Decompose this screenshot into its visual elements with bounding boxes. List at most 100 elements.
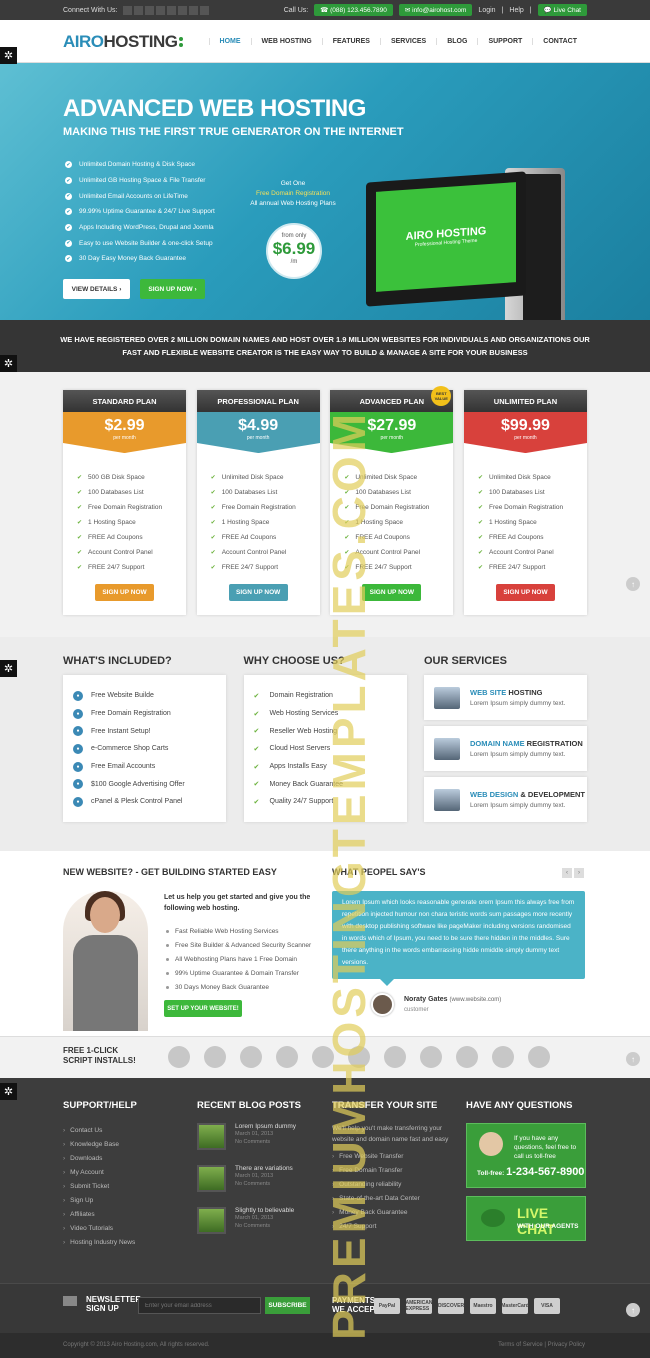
magento-icon[interactable] bbox=[456, 1046, 478, 1068]
transfer-link[interactable]: Money Back Guarantee bbox=[332, 1205, 452, 1219]
support-link[interactable]: Video Tutorials bbox=[63, 1222, 183, 1236]
phpbb-icon[interactable] bbox=[312, 1046, 334, 1068]
support-link[interactable]: Affiliates bbox=[63, 1208, 183, 1222]
service-card[interactable]: WEB SITE HOSTING Lorem Ipsum simply dummy… bbox=[424, 675, 587, 720]
concrete5-icon[interactable] bbox=[420, 1046, 442, 1068]
blog-post-title[interactable]: Slightly to believable bbox=[235, 1207, 294, 1214]
contact-box[interactable]: If you have any questions, feel free to … bbox=[466, 1123, 586, 1188]
nav-web-hosting[interactable]: WEB HOSTING bbox=[250, 38, 322, 45]
nav-blog[interactable]: BLOG bbox=[436, 38, 477, 45]
moodle-icon[interactable] bbox=[384, 1046, 406, 1068]
sign-up-now-button[interactable]: SIGN UP NOW › bbox=[140, 279, 205, 299]
plan-signup-button[interactable]: SIGN UP NOW bbox=[228, 584, 288, 601]
plan-feature-text: 100 Databases List bbox=[221, 489, 278, 496]
support-link[interactable]: Downloads bbox=[63, 1151, 183, 1165]
newsletter-line1: NEWSLETTER bbox=[86, 1295, 142, 1304]
service-card[interactable]: DOMAIN NAME REGISTRATION Lorem Ipsum simp… bbox=[424, 726, 587, 771]
pricing-plans: STANDARD PLAN $2.99 per month ✔ 500 GB Disk … bbox=[63, 386, 587, 615]
tollfree-line: Toll-free: 1-234-567-8900 bbox=[477, 1166, 584, 1178]
plan-signup-button[interactable]: SIGN UP NOW bbox=[495, 584, 555, 601]
next-arrow-icon[interactable]: › bbox=[574, 868, 584, 878]
promo-line3: All annual Web Hosting Plans bbox=[250, 200, 336, 207]
joomla-alt-icon[interactable] bbox=[528, 1046, 550, 1068]
newsletter-email-input[interactable] bbox=[138, 1297, 261, 1314]
email-badge[interactable]: ✉ info@airohost.com bbox=[398, 4, 473, 16]
flickr-icon[interactable] bbox=[178, 5, 188, 15]
plan-signup-button[interactable]: SIGN UP NOW bbox=[95, 584, 154, 601]
transfer-link[interactable]: State-of-the-art Data Center bbox=[332, 1191, 452, 1205]
setup-website-button[interactable]: SET UP YOUR WEBSITE! bbox=[164, 1000, 242, 1017]
settings-gear-icon[interactable]: ✲ bbox=[0, 660, 17, 677]
logo[interactable]: AIROHOSTING bbox=[63, 32, 184, 52]
support-link[interactable]: Submit Ticket bbox=[63, 1179, 183, 1193]
plan-feature: ✔ 1 Hosting Space bbox=[478, 515, 587, 530]
cloud-icon[interactable] bbox=[276, 1046, 298, 1068]
included-item: ● Free Domain Registration bbox=[73, 705, 216, 723]
payment-card-icon: AMERICAN EXPRESS bbox=[405, 1298, 433, 1314]
nav-contact[interactable]: CONTACT bbox=[532, 38, 587, 45]
blog-post-title[interactable]: There are variations bbox=[235, 1165, 293, 1172]
support-link[interactable]: Sign Up bbox=[63, 1193, 183, 1207]
transfer-link[interactable]: 24/7 Support bbox=[332, 1219, 452, 1233]
joomla-icon[interactable] bbox=[204, 1046, 226, 1068]
rss-icon[interactable] bbox=[167, 5, 177, 15]
oscommerce-icon[interactable] bbox=[492, 1046, 514, 1068]
blog-title: RECENT BLOG POSTS bbox=[197, 1100, 301, 1111]
live-chat-box[interactable]: LIVE CHAT WITH OUR AGENTS bbox=[466, 1196, 586, 1241]
why-text: Cloud Host Servers bbox=[269, 745, 331, 753]
started-item: Fast Reliable Web Hosting Services bbox=[166, 924, 311, 938]
linkedin-icon[interactable] bbox=[156, 5, 166, 15]
nav-services[interactable]: SERVICES bbox=[379, 38, 436, 45]
subscribe-button[interactable]: SUBSCRIBE bbox=[265, 1297, 310, 1314]
pinterest-icon[interactable] bbox=[200, 5, 210, 15]
support-link[interactable]: My Account bbox=[63, 1165, 183, 1179]
support-link[interactable]: Contact Us bbox=[63, 1123, 183, 1137]
live-chat-button[interactable]: 💬 Live Chat bbox=[537, 4, 587, 16]
back-to-top-icon[interactable]: ↑ bbox=[626, 1052, 640, 1066]
facebook-icon[interactable] bbox=[123, 5, 133, 15]
plan-signup-button[interactable]: SIGN UP NOW bbox=[362, 584, 422, 601]
phone-badge[interactable]: ☎ (088) 123.456.7890 bbox=[314, 4, 393, 16]
prev-arrow-icon[interactable]: ‹ bbox=[562, 868, 572, 878]
included-item: ● Free Website Builde bbox=[73, 687, 216, 705]
blog-post[interactable]: Lorem Ipsum dummy March 01, 2013 No Commen… bbox=[197, 1123, 317, 1165]
plan-feature-text: Free Domain Registration bbox=[88, 504, 163, 511]
transfer-link[interactable]: Free Domain Transfer bbox=[332, 1163, 452, 1177]
login-link[interactable]: Login bbox=[478, 7, 495, 14]
plan-feature-text: Account Control Panel bbox=[355, 549, 421, 556]
pricing-card: ADVANCED PLAN $27.99 per month BEST VALUE ✔ U… bbox=[330, 386, 454, 615]
support-link[interactable]: Hosting Industry News bbox=[63, 1236, 183, 1250]
check-icon: ✔ bbox=[77, 520, 83, 526]
youtube-icon[interactable] bbox=[189, 5, 199, 15]
blog-post-title[interactable]: Lorem Ipsum dummy bbox=[235, 1123, 296, 1130]
settings-gear-icon[interactable]: ✲ bbox=[0, 1083, 17, 1100]
nav-support[interactable]: SUPPORT bbox=[477, 38, 532, 45]
wordpress-icon[interactable] bbox=[168, 1046, 190, 1068]
blog-post[interactable]: Slightly to believable March 01, 2013 No C… bbox=[197, 1207, 317, 1249]
view-details-button[interactable]: VIEW DETAILS › bbox=[63, 279, 130, 299]
nav-home[interactable]: HOME bbox=[208, 38, 251, 45]
help-link[interactable]: Help bbox=[509, 7, 523, 14]
twitter-icon[interactable] bbox=[134, 5, 144, 15]
legal-links[interactable]: Terms of Service | Privacy Policy bbox=[498, 1342, 585, 1348]
transfer-link[interactable]: Outstanding reliability bbox=[332, 1177, 452, 1191]
settings-gear-icon[interactable]: ✲ bbox=[0, 355, 17, 372]
payment-card-icon: PayPal bbox=[374, 1298, 400, 1314]
settings-gear-icon[interactable]: ✲ bbox=[0, 47, 17, 64]
blog-post[interactable]: There are variations March 01, 2013 No Com… bbox=[197, 1165, 317, 1207]
opencart-icon[interactable] bbox=[348, 1046, 370, 1068]
support-link[interactable]: Knowledge Base bbox=[63, 1137, 183, 1151]
check-icon: ✔ bbox=[77, 535, 83, 541]
nav-features[interactable]: FEATURES bbox=[321, 38, 380, 45]
service-card[interactable]: WEB DESIGN & DEVELOPMENT Lorem Ipsum simp… bbox=[424, 777, 587, 822]
hero-price: $6.99 bbox=[272, 239, 316, 258]
back-to-top-icon[interactable]: ↑ bbox=[626, 1303, 640, 1317]
service-text: WEB SITE HOSTING Lorem Ipsum simply dummy… bbox=[470, 688, 565, 707]
check-icon: ✔ bbox=[477, 490, 483, 496]
plan-feature: ✔ 1 Hosting Space bbox=[344, 515, 453, 530]
transfer-link[interactable]: Free Website Transfer bbox=[332, 1149, 452, 1163]
google-plus-icon[interactable] bbox=[145, 5, 155, 15]
drupal-icon[interactable] bbox=[240, 1046, 262, 1068]
hero-feature: ✔ 30 Day Easy Money Back Guarantee bbox=[65, 251, 215, 267]
back-to-top-icon[interactable]: ↑ bbox=[626, 577, 640, 591]
